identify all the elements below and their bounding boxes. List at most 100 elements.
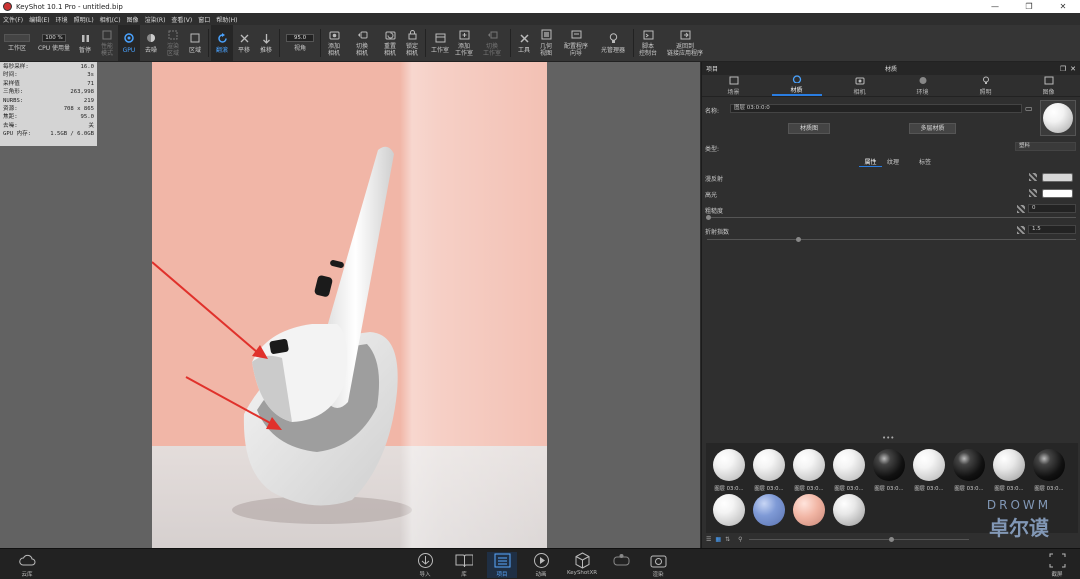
library-material-item[interactable] — [749, 494, 789, 538]
library-material-item[interactable]: 图层 03:0... — [709, 449, 749, 493]
reset-camera-button[interactable]: 重置 相机 — [379, 25, 401, 61]
render-viewport[interactable]: 每秒采样: 16.0 时间: 3s 采样值 71 三角形: 263,998 NURBS: 219 资… — [0, 62, 700, 548]
render-region-toggle[interactable]: 渲染 区域 — [162, 25, 184, 61]
dolly-button[interactable]: 推移 — [255, 25, 277, 61]
subtab-textures[interactable]: 纹理 — [887, 157, 899, 166]
tab-lighting[interactable]: 照明 — [961, 75, 1011, 96]
import-button[interactable]: 导入 — [410, 552, 440, 578]
menu-edit[interactable]: 编辑(E) — [29, 15, 49, 24]
field-of-view-control[interactable]: 95.0 视角 — [282, 25, 318, 61]
return-to-linked-app-button[interactable]: 返回到 链接应用程序 — [660, 25, 710, 61]
geometry-view-button[interactable]: 几何 视图 — [535, 25, 557, 61]
menu-help[interactable]: 帮助(H) — [216, 15, 237, 24]
sort-icon[interactable]: ⇅ — [725, 536, 730, 543]
library-material-item[interactable]: 图层 03:0... — [789, 449, 829, 493]
screenshot-button[interactable]: 截屏 — [1042, 552, 1072, 578]
specular-color-swatch[interactable] — [1042, 189, 1073, 198]
tools-button[interactable]: 工具 — [513, 25, 535, 61]
library-material-item[interactable] — [789, 494, 829, 538]
search-icon[interactable]: ⚲ — [738, 536, 742, 543]
menu-file[interactable]: 文件(F) — [3, 15, 23, 24]
workspace-button[interactable]: 工作区 — [0, 25, 34, 61]
maximize-button[interactable]: ❐ — [1012, 2, 1046, 11]
menu-window[interactable]: 窗口 — [198, 15, 210, 24]
pause-button[interactable]: 暂停 — [74, 25, 96, 61]
library-material-item[interactable]: 图层 03:0... — [869, 449, 909, 493]
fov-field[interactable]: 95.0 — [286, 34, 314, 42]
specular-texture-icon[interactable] — [1029, 189, 1037, 197]
library-material-item[interactable]: 图层 03:0... — [829, 449, 869, 493]
subtab-properties[interactable]: 属性 — [859, 157, 882, 167]
library-material-item[interactable]: 图层 03:0... — [749, 449, 789, 493]
project-button[interactable]: 项目 — [487, 552, 517, 578]
studio-button[interactable]: 工作室 — [428, 25, 452, 61]
render-image[interactable] — [152, 62, 547, 548]
minimize-button[interactable]: — — [978, 2, 1012, 11]
light-manager-button[interactable]: 光管理器 — [595, 25, 631, 61]
gpu-button[interactable]: GPU — [118, 25, 140, 61]
diffuse-texture-icon[interactable] — [1029, 173, 1037, 181]
material-thumbnail — [713, 449, 745, 481]
menu-lighting[interactable]: 照明(L) — [74, 15, 94, 24]
library-button[interactable]: 库 — [449, 552, 479, 578]
material-name-field[interactable]: 图层 03:0:0:0 — [730, 104, 1022, 113]
switch-camera-button[interactable]: 切换 相机 — [345, 25, 379, 61]
animation-button[interactable]: 动画 — [526, 552, 556, 578]
cpu-usage-control[interactable]: 100 % CPU 使用量 — [34, 25, 74, 61]
roughness-texture-icon[interactable] — [1017, 205, 1025, 213]
cloud-library-button[interactable]: 云库 — [12, 552, 42, 578]
tumble-button[interactable]: 翻滚 — [211, 25, 233, 61]
menu-render[interactable]: 渲染(R) — [145, 15, 166, 24]
material-preview[interactable] — [1040, 100, 1076, 136]
script-console-button[interactable]: 脚本 控制台 — [636, 25, 660, 61]
library-material-item[interactable]: 图层 03:0... — [1029, 449, 1069, 493]
region-button[interactable]: 区域 — [184, 25, 206, 61]
save-material-icon[interactable]: ▭ — [1025, 104, 1033, 113]
vr-button[interactable] — [606, 552, 636, 570]
subtab-labels[interactable]: 标签 — [919, 157, 931, 166]
library-material-item[interactable] — [709, 494, 749, 538]
roughness-slider[interactable] — [707, 217, 1076, 218]
ior-slider-knob[interactable] — [796, 237, 801, 242]
tab-camera[interactable]: 相机 — [835, 75, 885, 96]
add-studio-button[interactable]: 添加 工作室 — [452, 25, 476, 61]
keyshotxr-button[interactable]: KeyShotXR — [565, 552, 599, 576]
list-view-icon[interactable]: ☰ — [706, 536, 711, 543]
menu-image[interactable]: 图像 — [127, 15, 139, 24]
roughness-slider-knob[interactable] — [706, 215, 711, 220]
thumbnail-size-knob[interactable] — [888, 537, 894, 542]
workspace-dropdown[interactable] — [4, 34, 30, 42]
add-camera-button[interactable]: 添加 相机 — [323, 25, 345, 61]
denoise-button[interactable]: 去噪 — [140, 25, 162, 61]
thumbnail-size-slider[interactable] — [748, 539, 969, 540]
material-graph-button[interactable]: 材质图 — [788, 123, 830, 134]
library-material-item[interactable]: 图层 03:0... — [949, 449, 989, 493]
lock-camera-button[interactable]: 锁定 相机 — [401, 25, 423, 61]
configurator-wizard-button[interactable]: 配置程序 向导 — [557, 25, 595, 61]
performance-mode-button[interactable]: 性能 模式 — [96, 25, 118, 61]
menu-view[interactable]: 查看(V) — [171, 15, 192, 24]
menu-environment[interactable]: 环境 — [56, 15, 68, 24]
tab-material[interactable]: 材质 — [771, 75, 822, 96]
switch-studio-button[interactable]: 切换 工作室 — [476, 25, 508, 61]
pan-button[interactable]: 平移 — [233, 25, 255, 61]
cpu-percent-field[interactable]: 100 % — [42, 34, 66, 42]
ior-field[interactable]: 1.5 — [1028, 225, 1076, 234]
library-resize-handle[interactable]: ••• — [882, 434, 894, 442]
library-material-item[interactable] — [829, 494, 869, 538]
menu-camera[interactable]: 相机(C) — [100, 15, 121, 24]
ior-texture-icon[interactable] — [1017, 226, 1025, 234]
grid-view-icon[interactable]: ▦ — [715, 536, 721, 543]
library-material-item[interactable]: 图层 03:0... — [909, 449, 949, 493]
ior-slider[interactable] — [707, 239, 1076, 240]
multi-material-button[interactable]: 多层材质 — [909, 123, 956, 134]
close-button[interactable]: ✕ — [1046, 2, 1080, 11]
roughness-field[interactable]: 0 — [1028, 204, 1076, 213]
tab-image[interactable]: 图像 — [1024, 75, 1074, 96]
tab-scene[interactable]: 场景 — [709, 75, 759, 96]
render-button[interactable]: 渲染 — [643, 552, 673, 578]
material-type-select[interactable]: 塑料 — [1015, 142, 1076, 151]
diffuse-color-swatch[interactable] — [1042, 173, 1073, 182]
library-material-item[interactable]: 图层 03:0... — [989, 449, 1029, 493]
tab-environment[interactable]: 环境 — [898, 75, 948, 96]
